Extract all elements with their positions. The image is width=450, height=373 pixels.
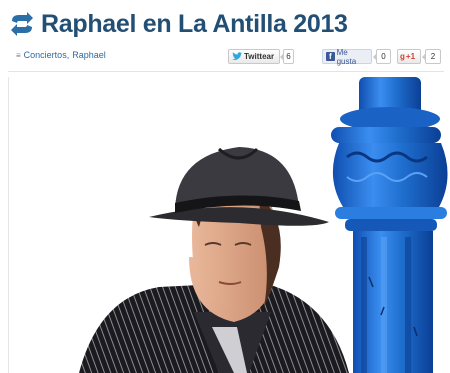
post-categories: ≡ Conciertos , Raphael bbox=[16, 50, 106, 60]
post-title-row: Raphael en La Antilla 2013 bbox=[8, 6, 348, 42]
category-separator: , bbox=[66, 50, 70, 60]
blue-lamppost bbox=[331, 77, 448, 373]
post-featured-image bbox=[8, 77, 450, 373]
facebook-like-button[interactable]: f Me gusta bbox=[322, 47, 372, 66]
meta-divider bbox=[8, 71, 444, 72]
repost-arrows-icon bbox=[8, 10, 36, 38]
facebook-like-label: Me gusta bbox=[336, 47, 357, 66]
post-meta-row: ≡ Conciertos , Raphael Twittear 6 f Me g… bbox=[0, 46, 450, 68]
facebook-icon: f bbox=[326, 52, 335, 61]
twitter-share-label: Twittear bbox=[244, 52, 275, 61]
google-plus-icon: g bbox=[400, 52, 405, 61]
twitter-share-button[interactable]: Twittear bbox=[228, 49, 280, 64]
post-title[interactable]: Raphael en La Antilla 2013 bbox=[41, 10, 348, 39]
man-portrait bbox=[79, 147, 349, 373]
twitter-share-count: 6 bbox=[280, 49, 294, 64]
facebook-like-count: 0 bbox=[373, 49, 391, 64]
category-link-conciertos[interactable]: Conciertos bbox=[24, 50, 67, 60]
google-plus-label: +1 bbox=[405, 52, 416, 61]
google-plus-button[interactable]: g +1 bbox=[397, 49, 421, 64]
twitter-bird-icon bbox=[232, 52, 242, 61]
folder-icon: ≡ bbox=[16, 50, 21, 60]
google-plus-count: 2 bbox=[422, 49, 441, 64]
category-link-raphael[interactable]: Raphael bbox=[72, 50, 106, 60]
